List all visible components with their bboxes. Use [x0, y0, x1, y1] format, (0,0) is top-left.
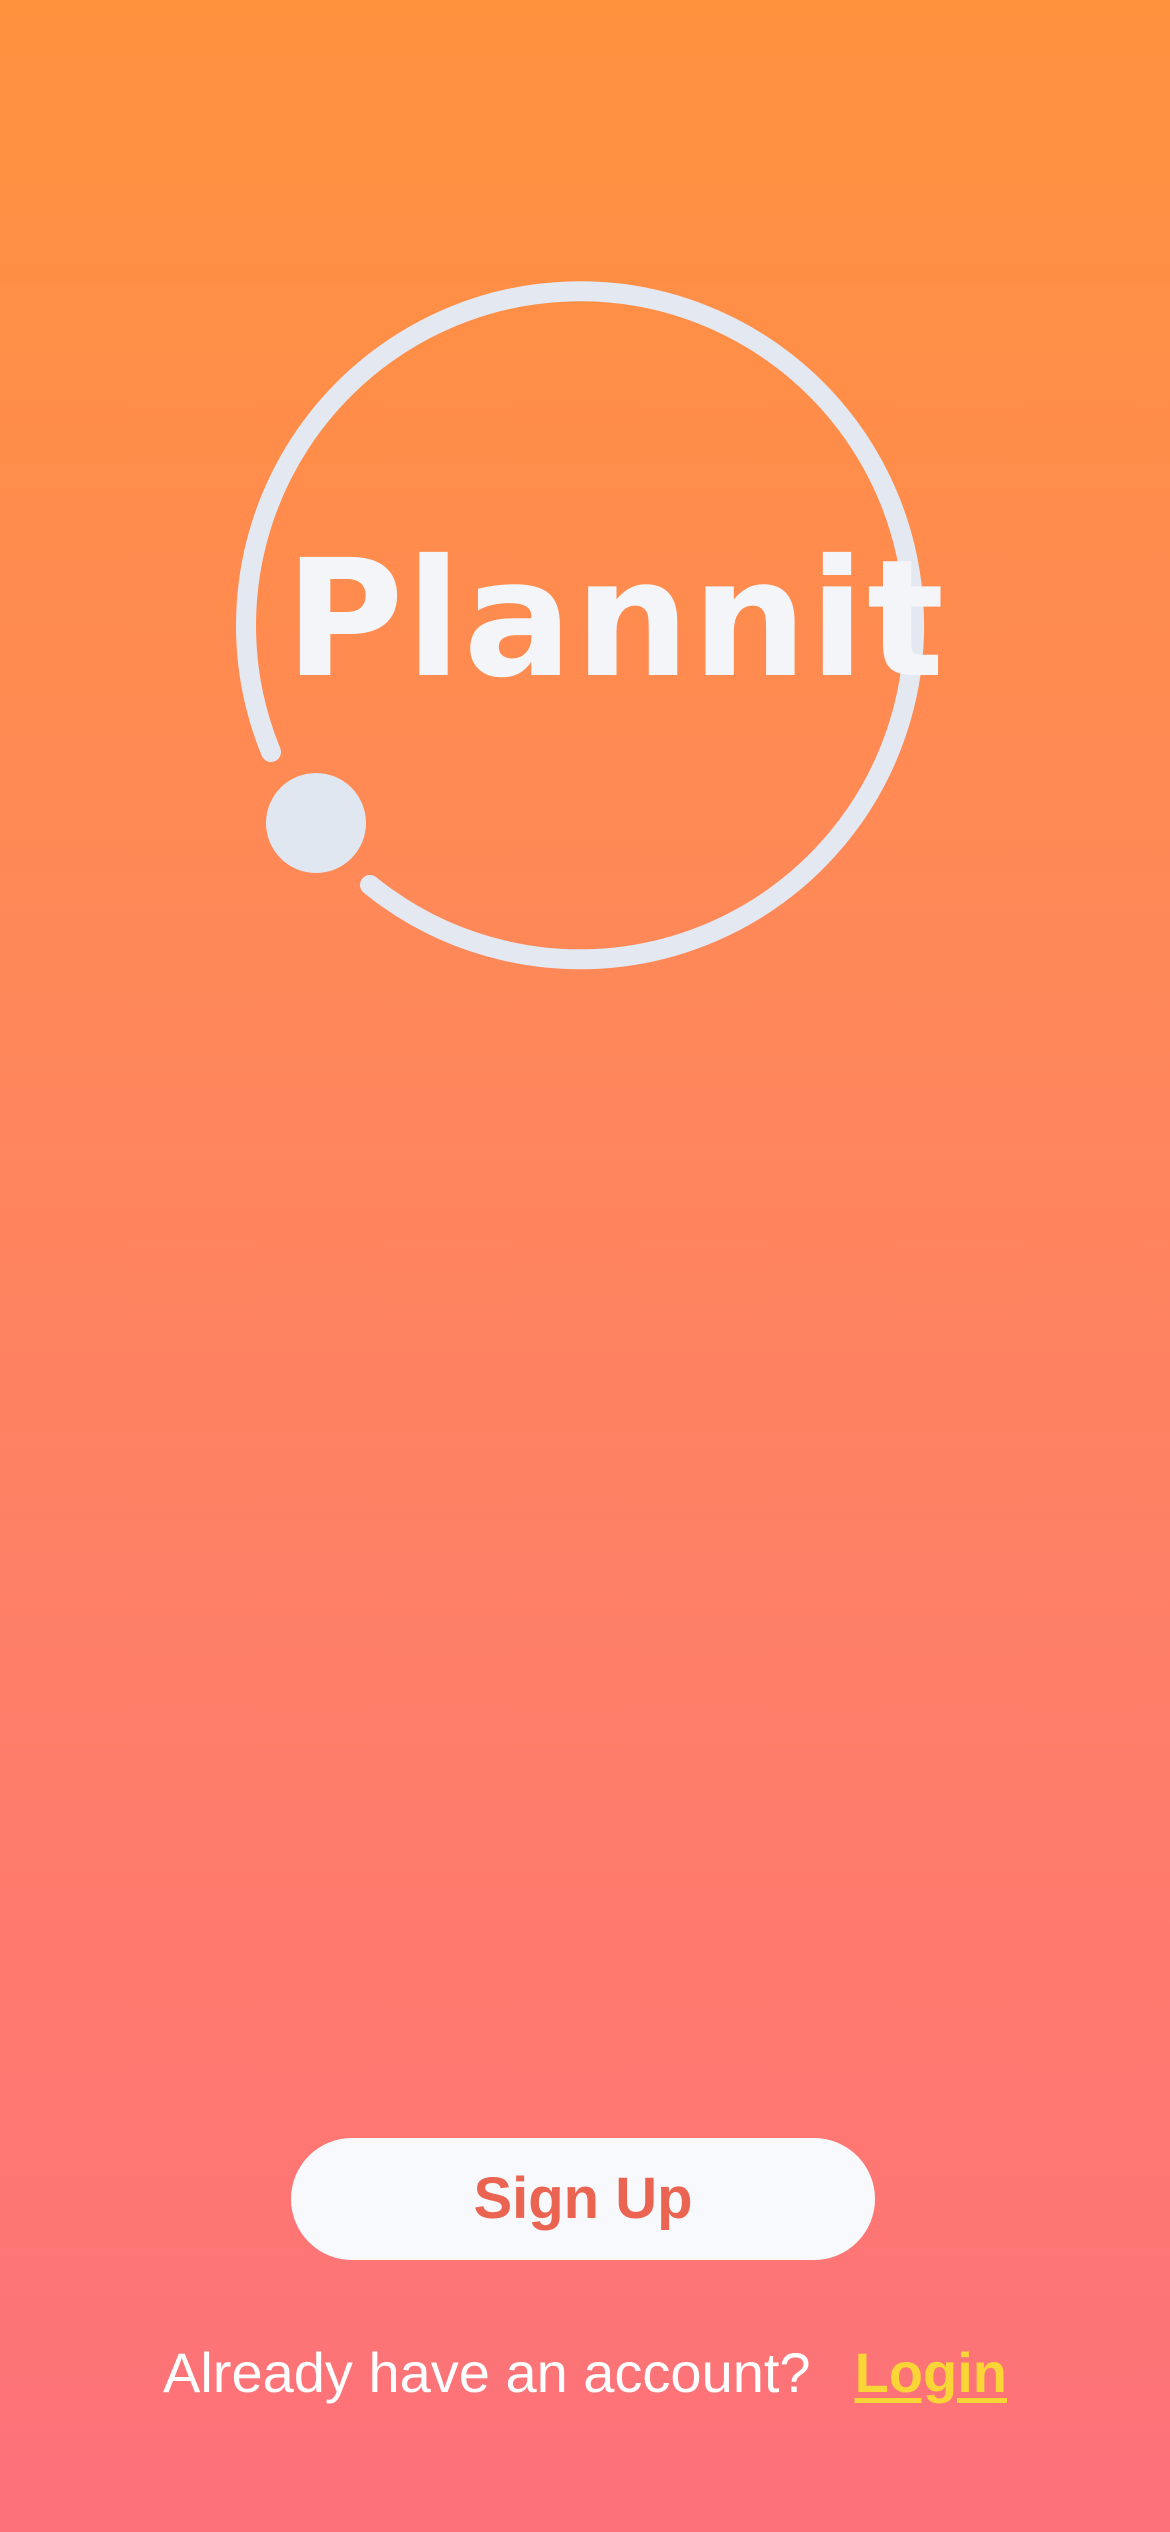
sign-up-button[interactable]: Sign Up: [291, 2138, 875, 2260]
app-logo: Plannit: [0, 0, 1170, 1000]
login-prompt-text: Already have an account?: [163, 2341, 811, 2404]
login-row: Already have an account? Login: [0, 2333, 1170, 2413]
login-link[interactable]: Login: [855, 2341, 1007, 2404]
welcome-screen: Plannit Sign Up Already have an account?…: [0, 0, 1170, 2532]
orbit-ring-icon: [236, 281, 924, 970]
app-wordmark: Plannit: [285, 526, 947, 714]
